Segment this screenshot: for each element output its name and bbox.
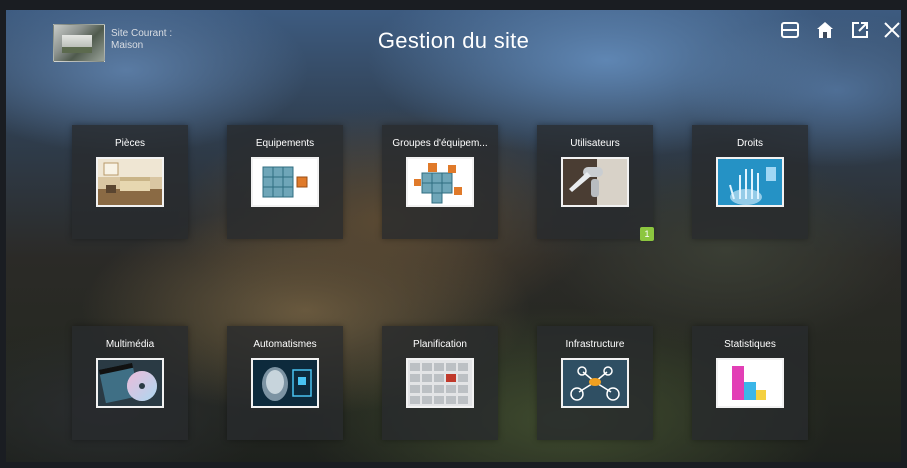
screen-icon[interactable] [780,20,800,40]
tile-multimedia[interactable]: Multimédia [72,326,188,440]
network-image [561,358,629,408]
bar-chart-image [716,358,784,408]
tile-groupes-equipements[interactable]: Groupes d'équipem... [382,125,498,239]
room-image [96,157,164,207]
film-disc-image [96,358,164,408]
calendar-image [406,358,474,408]
tile-equipements[interactable]: Equipements [227,125,343,239]
tile-droits[interactable]: Droits [692,125,808,239]
tile-label: Equipements [255,138,315,149]
tile-label: Multimédia [105,339,155,350]
door-handle-image [561,157,629,207]
close-icon[interactable] [882,20,902,40]
tile-automatismes[interactable]: Automatismes [227,326,343,440]
cubes-image [251,157,319,207]
tile-label: Automatismes [253,339,317,350]
tile-utilisateurs[interactable]: Utilisateurs [537,125,653,239]
robot-image [251,358,319,408]
tile-label: Statistiques [724,339,776,350]
tile-label: Pièces [114,138,145,149]
tile-planification[interactable]: Planification [382,326,498,440]
notification-badge: 1 [640,227,654,241]
tile-pieces[interactable]: Pièces [72,125,188,239]
home-icon[interactable] [815,20,835,40]
cubes-group-image [406,157,474,207]
tile-label: Droits [736,138,764,149]
tile-label: Infrastructure [565,339,625,350]
external-link-icon[interactable] [850,20,870,40]
tile-statistiques[interactable]: Statistiques [692,326,808,440]
fingerprint-hand-image [716,157,784,207]
page-title: Gestion du site [377,28,530,53]
tile-infrastructure[interactable]: Infrastructure [537,326,653,440]
tile-label: Planification [413,339,467,350]
tile-label: Groupes d'équipem... [392,138,488,149]
tile-label: Utilisateurs [570,138,620,149]
